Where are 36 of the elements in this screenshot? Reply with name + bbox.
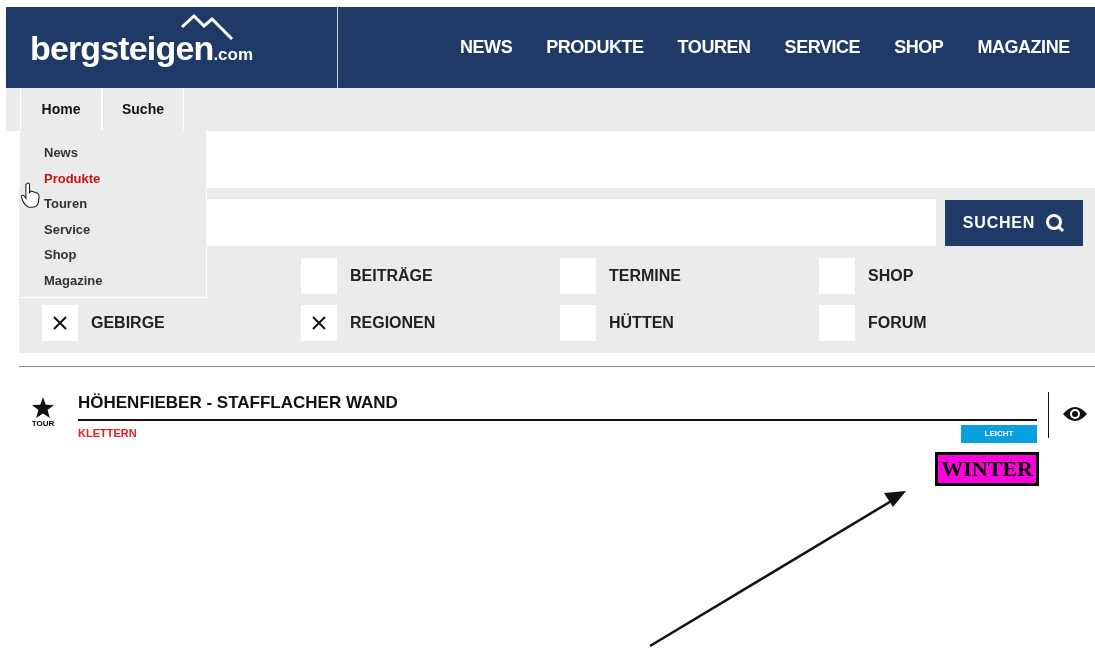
nav-link[interactable]: MAGAZINE xyxy=(977,34,1070,61)
search-button[interactable]: SUCHEN xyxy=(945,199,1083,246)
nav-link[interactable]: TOUREN xyxy=(677,34,751,61)
dropdown-item[interactable]: Touren xyxy=(44,191,206,217)
filter-label: REGIONEN xyxy=(350,313,436,333)
category-label: KLETTERN xyxy=(78,426,137,442)
result-title[interactable]: HÖHENFIEBER - STAFFLACHER WAND xyxy=(78,390,1037,421)
filter-checkbox[interactable] xyxy=(301,305,337,341)
dropdown-item[interactable]: Magazine xyxy=(44,267,206,294)
filter-checkbox[interactable] xyxy=(42,305,78,341)
star-icon xyxy=(32,397,54,418)
search-icon xyxy=(1045,212,1066,233)
cross-icon xyxy=(52,315,68,331)
site-logo[interactable]: bergsteigen xyxy=(30,30,214,65)
season-badge: WINTER xyxy=(935,451,1039,486)
nav-link[interactable]: NEWS xyxy=(460,34,513,61)
filter-label: TERMINE xyxy=(609,266,681,286)
filter-label: HÜTTEN xyxy=(609,312,674,333)
difficulty-badge: LEICHT xyxy=(961,424,1037,443)
type-label: TOUR xyxy=(31,418,55,430)
nav-link[interactable]: SERVICE xyxy=(784,34,861,61)
cross-icon xyxy=(311,315,327,331)
filter-label: BEITRÄGE xyxy=(350,266,433,286)
filter-label: SHOP xyxy=(868,266,914,286)
dropdown-item[interactable]: Shop xyxy=(44,242,206,268)
subnav-tab[interactable]: Home xyxy=(20,88,102,131)
subnav-tab[interactable]: Suche xyxy=(102,88,184,131)
dropdown-item[interactable]: News xyxy=(44,140,206,166)
logo-domain: .com xyxy=(213,45,254,63)
dropdown-item[interactable]: Produkte xyxy=(44,165,206,192)
filter-label: FORUM xyxy=(868,313,927,333)
nav-link[interactable]: SHOP xyxy=(894,34,944,61)
dropdown-item[interactable]: Service xyxy=(44,216,206,243)
eye-icon[interactable] xyxy=(1062,404,1088,424)
filter-label: GEBIRGE xyxy=(91,313,165,333)
nav-link[interactable]: PRODUKTE xyxy=(546,34,644,61)
